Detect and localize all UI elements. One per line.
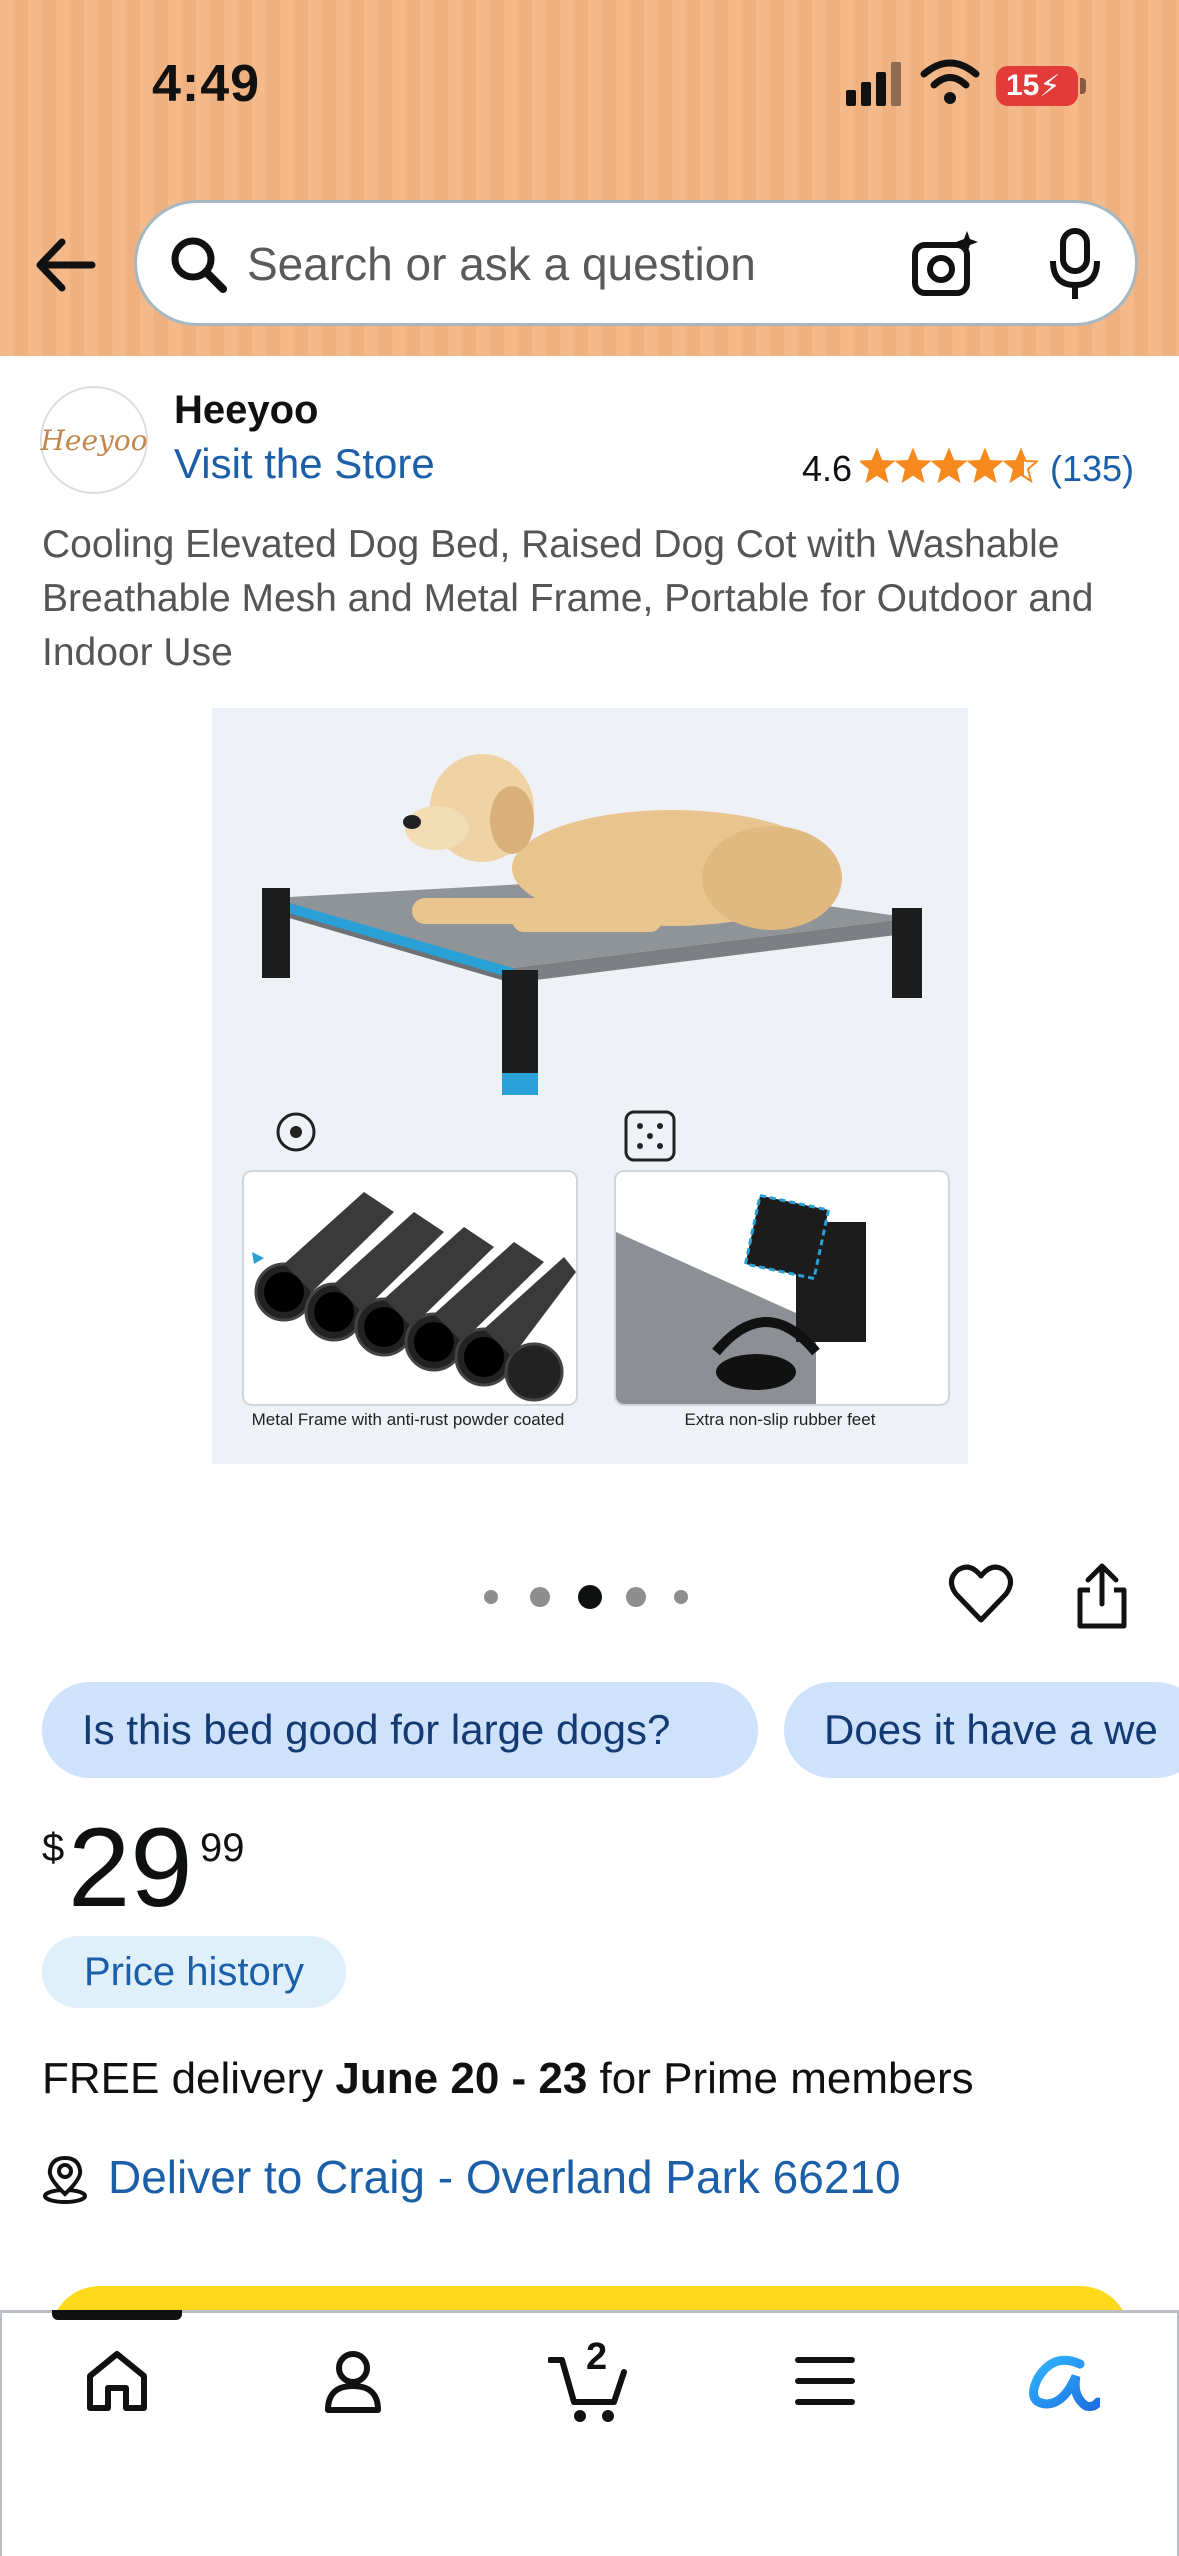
cellular-signal-icon (846, 62, 901, 106)
gear-badge-icon (276, 1112, 316, 1152)
search-icon (171, 237, 227, 293)
location-pin-icon (43, 2155, 87, 2204)
star-rating-icon[interactable] (860, 446, 1038, 486)
rufus-icon[interactable] (1020, 2346, 1100, 2416)
rubber-foot-illustration (616, 1193, 866, 1404)
battery-level: 15 (1006, 69, 1040, 102)
dots-badge-icon (624, 1110, 676, 1162)
feature-caption-feet: Extra non-slip rubber feet (684, 1410, 876, 1429)
header-bar: 4:49 15 ⚡ (0, 0, 1179, 356)
camera-lens-icon[interactable] (909, 229, 981, 301)
delivery-dates: June 20 - 23 (335, 2054, 588, 2103)
back-arrow-icon[interactable] (30, 230, 104, 300)
menu-icon[interactable] (790, 2346, 860, 2416)
delivery-info: FREE delivery June 20 - 23 for Prime mem… (42, 2054, 974, 2104)
suggestion-chip[interactable]: Is this bed good for large dogs? (42, 1682, 758, 1778)
home-icon[interactable] (82, 2346, 152, 2416)
status-time: 4:49 (152, 55, 261, 113)
price-history-button[interactable]: Price history (42, 1936, 346, 2008)
feature-card-frame (242, 1170, 578, 1406)
battery-cap (1080, 78, 1086, 94)
metal-tubes-illustration (252, 1192, 576, 1402)
carousel-dot[interactable] (674, 1590, 688, 1604)
charging-bolt-icon: ⚡ (1039, 69, 1061, 103)
microphone-icon[interactable] (1047, 227, 1103, 303)
heart-icon[interactable] (948, 1562, 1014, 1628)
search-input[interactable] (247, 231, 847, 297)
deliver-to-link[interactable]: Deliver to Craig - Overland Park 66210 (108, 2150, 901, 2204)
brand-logo-text: Heeyoo (40, 423, 148, 457)
carousel-dot-active[interactable] (578, 1585, 602, 1609)
search-bar[interactable] (134, 200, 1138, 326)
brand-name: Heeyoo (174, 388, 319, 432)
feature-card-feet (614, 1170, 950, 1406)
wifi-icon (920, 59, 980, 104)
brand-logo[interactable]: Heeyoo (40, 386, 148, 494)
carousel-dot[interactable] (484, 1590, 498, 1604)
carousel-indicator[interactable] (484, 1582, 704, 1612)
price-whole: 29 (68, 1805, 193, 1930)
review-count-link[interactable]: (135) (1050, 448, 1134, 490)
account-icon[interactable] (318, 2346, 388, 2416)
price-currency: $ (42, 1826, 65, 1870)
share-icon[interactable] (1072, 1562, 1132, 1630)
nav-active-indicator (52, 2310, 182, 2320)
price-fraction: 99 (200, 1826, 245, 1870)
visit-store-link[interactable]: Visit the Store (174, 440, 435, 488)
delivery-prefix: FREE delivery (42, 2054, 336, 2103)
battery-indicator: 15 ⚡ (996, 66, 1078, 106)
product-title: Cooling Elevated Dog Bed, Raised Dog Cot… (42, 523, 1094, 674)
rating-value: 4.6 (802, 448, 853, 489)
product-image[interactable]: Metal Frame with anti-rust powder coated… (212, 708, 968, 1464)
suggestion-chip[interactable]: Does it have a we (784, 1682, 1179, 1778)
cart-count-badge: 2 (586, 2336, 608, 2378)
carousel-dot[interactable] (530, 1587, 550, 1607)
delivery-suffix: for Prime members (587, 2054, 974, 2103)
carousel-dot[interactable] (626, 1587, 646, 1607)
feature-caption-frame: Metal Frame with anti-rust powder coated (251, 1410, 565, 1429)
